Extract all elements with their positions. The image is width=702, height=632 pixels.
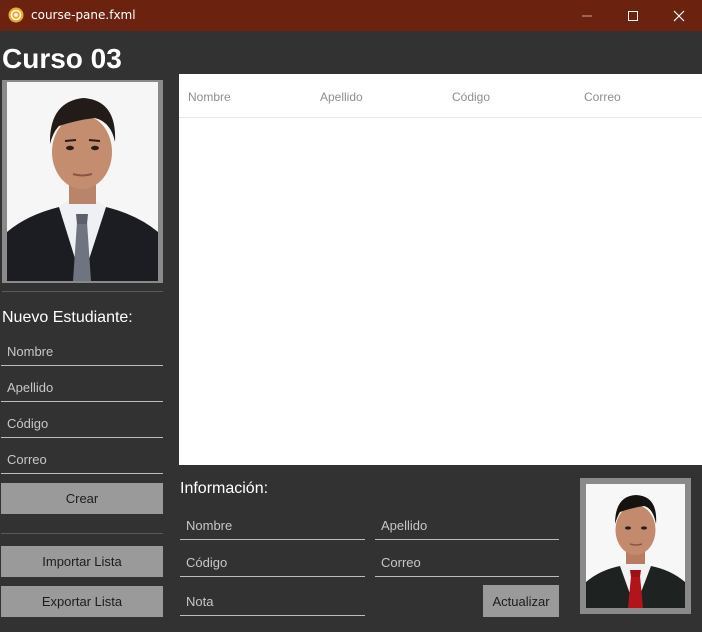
new-correo-input[interactable]: [1, 445, 163, 473]
info-heading: Información:: [180, 480, 269, 497]
info-codigo-field[interactable]: [180, 548, 365, 577]
title-bar: course-pane.fxml: [0, 0, 702, 31]
divider: [1, 533, 163, 534]
maximize-button[interactable]: [610, 0, 656, 31]
info-nota-field[interactable]: [180, 587, 365, 616]
minimize-icon: [582, 15, 592, 16]
new-apellido-field[interactable]: [1, 373, 163, 402]
import-list-button[interactable]: Importar Lista: [1, 546, 163, 577]
new-nombre-input[interactable]: [1, 337, 163, 365]
update-button[interactable]: Actualizar: [483, 585, 559, 617]
new-correo-field[interactable]: [1, 445, 163, 474]
app-icon: [8, 7, 24, 23]
course-title: Curso 03: [2, 43, 122, 74]
new-codigo-field[interactable]: [1, 409, 163, 438]
window-title: course-pane.fxml: [31, 8, 136, 22]
close-button[interactable]: [656, 0, 702, 31]
selected-student-photo: [580, 478, 691, 614]
info-correo-field[interactable]: [375, 548, 559, 577]
maximize-icon: [628, 10, 638, 21]
student-portrait-image: [7, 82, 158, 281]
info-codigo-input[interactable]: [180, 548, 365, 576]
info-nombre-field[interactable]: [180, 511, 365, 540]
info-apellido-input[interactable]: [375, 511, 559, 539]
info-nombre-input[interactable]: [180, 511, 365, 539]
new-student-heading: Nuevo Estudiante:: [2, 309, 133, 326]
column-header-codigo[interactable]: Código: [452, 90, 490, 104]
info-correo-input[interactable]: [375, 548, 559, 576]
new-codigo-input[interactable]: [1, 409, 163, 437]
export-list-button[interactable]: Exportar Lista: [1, 586, 163, 617]
students-table[interactable]: Nombre Apellido Código Correo: [179, 74, 702, 465]
info-apellido-field[interactable]: [375, 511, 559, 540]
create-button[interactable]: Crear: [1, 483, 163, 514]
selected-student-portrait-image: [586, 484, 685, 608]
info-nota-input[interactable]: [180, 587, 365, 615]
new-apellido-input[interactable]: [1, 373, 163, 401]
column-header-nombre[interactable]: Nombre: [188, 90, 231, 104]
new-nombre-field[interactable]: [1, 337, 163, 366]
column-header-apellido[interactable]: Apellido: [320, 90, 363, 104]
close-icon: [673, 10, 685, 21]
column-header-correo[interactable]: Correo: [584, 90, 621, 104]
course-pane: Curso 03 Nuevo Estudiante: Nombre Apelli…: [0, 31, 702, 632]
table-header: Nombre Apellido Código Correo: [179, 74, 702, 118]
student-photo: [2, 80, 163, 283]
divider: [2, 291, 163, 292]
minimize-button[interactable]: [564, 0, 610, 31]
